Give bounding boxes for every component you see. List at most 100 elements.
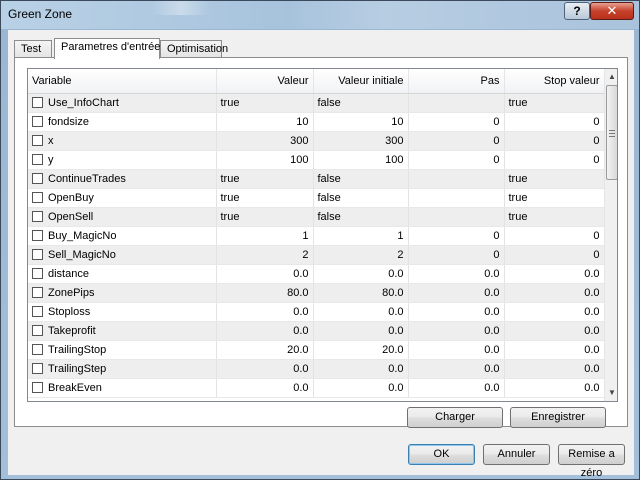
optimize-checkbox[interactable] [32, 305, 43, 317]
table-row[interactable]: Sell_MagicNo 2 2 0 0 [28, 245, 605, 265]
valeur-initiale-cell[interactable]: 100 [313, 150, 409, 170]
table-row[interactable]: fondsize 10 10 0 0 [28, 112, 605, 132]
optimize-checkbox[interactable] [32, 343, 43, 355]
stop-valeur-cell[interactable]: 0.0 [504, 321, 605, 341]
optimize-checkbox[interactable] [32, 286, 43, 298]
stop-valeur-cell[interactable]: 0 [504, 245, 605, 265]
optimize-checkbox[interactable] [32, 267, 43, 279]
annuler-button[interactable]: Annuler [483, 444, 550, 465]
column-header-variable[interactable]: Variable [28, 69, 217, 94]
stop-valeur-cell[interactable]: 0 [504, 226, 605, 246]
column-header-valeur[interactable]: Valeur [216, 69, 314, 94]
valeur-cell[interactable]: 20.0 [216, 340, 314, 360]
table-row[interactable]: x 300 300 0 0 [28, 131, 605, 151]
valeur-cell[interactable]: 0.0 [216, 378, 314, 398]
table-row[interactable]: Stoploss 0.0 0.0 0.0 0.0 [28, 302, 605, 322]
valeur-initiale-cell[interactable]: 0.0 [313, 359, 409, 379]
pas-cell[interactable]: 0.0 [408, 340, 505, 360]
help-button[interactable]: ? [564, 2, 590, 20]
valeur-initiale-cell[interactable]: 300 [313, 131, 409, 151]
stop-valeur-cell[interactable]: 0.0 [504, 283, 605, 303]
pas-cell[interactable]: 0.0 [408, 283, 505, 303]
table-row[interactable]: TrailingStep 0.0 0.0 0.0 0.0 [28, 359, 605, 379]
stop-valeur-cell[interactable]: true [504, 169, 605, 189]
tab-optimisation[interactable]: Optimisation [160, 40, 228, 58]
pas-cell[interactable]: 0 [408, 226, 505, 246]
valeur-initiale-cell[interactable]: false [313, 93, 409, 113]
valeur-cell[interactable]: 300 [216, 131, 314, 151]
valeur-initiale-cell[interactable]: 1 [313, 226, 409, 246]
valeur-initiale-cell[interactable]: 0.0 [313, 302, 409, 322]
valeur-cell[interactable]: 0.0 [216, 359, 314, 379]
table-row[interactable]: ZonePips 80.0 80.0 0.0 0.0 [28, 283, 605, 303]
stop-valeur-cell[interactable]: 0 [504, 150, 605, 170]
stop-valeur-cell[interactable]: 0.0 [504, 340, 605, 360]
valeur-initiale-cell[interactable]: 80.0 [313, 283, 409, 303]
valeur-initiale-cell[interactable]: 0.0 [313, 321, 409, 341]
optimize-checkbox[interactable] [32, 191, 43, 203]
valeur-cell[interactable]: 0.0 [216, 321, 314, 341]
optimize-checkbox[interactable] [32, 362, 43, 374]
valeur-initiale-cell[interactable]: 20.0 [313, 340, 409, 360]
column-header-pas[interactable]: Pas [408, 69, 505, 94]
pas-cell[interactable] [408, 93, 505, 113]
pas-cell[interactable]: 0 [408, 112, 505, 132]
valeur-cell[interactable]: 0.0 [216, 264, 314, 284]
valeur-cell[interactable]: true [216, 93, 314, 113]
optimize-checkbox[interactable] [32, 324, 43, 336]
pas-cell[interactable]: 0 [408, 245, 505, 265]
stop-valeur-cell[interactable]: 0.0 [504, 378, 605, 398]
table-row[interactable]: ContinueTrades true false true [28, 169, 605, 189]
valeur-initiale-cell[interactable]: false [313, 207, 409, 227]
stop-valeur-cell[interactable]: 0.0 [504, 302, 605, 322]
table-row[interactable]: Buy_MagicNo 1 1 0 0 [28, 226, 605, 246]
title-bar[interactable]: Green Zone ? ✕ [1, 1, 639, 29]
column-header-valeur-initiale[interactable]: Valeur initiale [313, 69, 409, 94]
tab-parametres-entree[interactable]: Parametres d'entrée [54, 38, 160, 59]
pas-cell[interactable]: 0 [408, 131, 505, 151]
enregistrer-button[interactable]: Enregistrer [510, 407, 606, 428]
valeur-initiale-cell[interactable]: 0.0 [313, 378, 409, 398]
optimize-checkbox[interactable] [32, 229, 43, 241]
stop-valeur-cell[interactable]: true [504, 207, 605, 227]
ok-button[interactable]: OK [408, 444, 475, 465]
valeur-cell[interactable]: 2 [216, 245, 314, 265]
stop-valeur-cell[interactable]: 0 [504, 112, 605, 132]
pas-cell[interactable] [408, 188, 505, 208]
pas-cell[interactable]: 0.0 [408, 302, 505, 322]
optimize-checkbox[interactable] [32, 172, 43, 184]
pas-cell[interactable]: 0 [408, 150, 505, 170]
valeur-cell[interactable]: true [216, 169, 314, 189]
pas-cell[interactable] [408, 169, 505, 189]
valeur-cell[interactable]: 0.0 [216, 302, 314, 322]
scroll-up-arrow-icon[interactable]: ▲ [606, 70, 617, 84]
stop-valeur-cell[interactable]: true [504, 188, 605, 208]
reset-button[interactable]: Remise a zéro [558, 444, 625, 479]
table-row[interactable]: TrailingStop 20.0 20.0 0.0 0.0 [28, 340, 605, 360]
valeur-cell[interactable]: true [216, 188, 314, 208]
stop-valeur-cell[interactable]: true [504, 93, 605, 113]
optimize-checkbox[interactable] [32, 96, 43, 108]
scroll-thumb[interactable] [606, 85, 617, 180]
valeur-cell[interactable]: true [216, 207, 314, 227]
stop-valeur-cell[interactable]: 0.0 [504, 359, 605, 379]
valeur-initiale-cell[interactable]: 2 [313, 245, 409, 265]
valeur-cell[interactable]: 1 [216, 226, 314, 246]
table-row[interactable]: OpenBuy true false true [28, 188, 605, 208]
table-row[interactable]: distance 0.0 0.0 0.0 0.0 [28, 264, 605, 284]
valeur-initiale-cell[interactable]: 0.0 [313, 264, 409, 284]
pas-cell[interactable] [408, 207, 505, 227]
valeur-initiale-cell[interactable]: false [313, 188, 409, 208]
tab-test[interactable]: Test [14, 40, 52, 58]
optimize-checkbox[interactable] [32, 134, 43, 146]
table-row[interactable]: y 100 100 0 0 [28, 150, 605, 170]
optimize-checkbox[interactable] [32, 248, 43, 260]
pas-cell[interactable]: 0.0 [408, 359, 505, 379]
charger-button[interactable]: Charger [407, 407, 503, 428]
pas-cell[interactable]: 0.0 [408, 321, 505, 341]
vertical-scrollbar[interactable]: ▲ ▼ [604, 69, 617, 401]
optimize-checkbox[interactable] [32, 381, 43, 393]
stop-valeur-cell[interactable]: 0.0 [504, 264, 605, 284]
stop-valeur-cell[interactable]: 0 [504, 131, 605, 151]
valeur-cell[interactable]: 100 [216, 150, 314, 170]
